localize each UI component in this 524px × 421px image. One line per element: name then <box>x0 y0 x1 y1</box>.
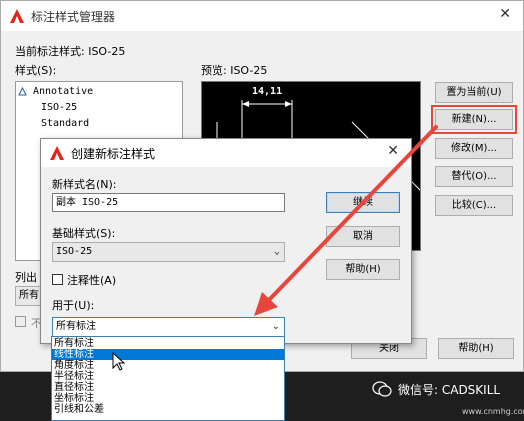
wechat-icon <box>372 381 392 397</box>
dialog-title-bar: 创建新标注样式 ✕ <box>41 139 411 167</box>
use-for-dropdown-list[interactable]: 所有标注 线性标注 角度标注 半径标注 直径标注 坐标标注 引线和公差 <box>51 336 285 421</box>
current-style-label: 当前标注样式: ISO-25 <box>15 45 126 58</box>
new-name-label: 新样式名(N): <box>52 178 117 191</box>
mouse-cursor-icon <box>112 351 126 372</box>
chevron-down-icon: ⌄ <box>273 246 280 257</box>
close-icon[interactable]: ✕ <box>499 6 511 22</box>
window-title: 标注样式管理器 <box>31 10 116 24</box>
dropdown-item[interactable]: 直径标注 <box>52 382 284 393</box>
watermark-url: www.cnmhg.com <box>462 407 524 416</box>
preview-label: 预览: ISO-25 <box>201 64 268 77</box>
autocad-logo-icon <box>9 8 25 24</box>
cancel-button[interactable]: 取消 <box>326 226 400 247</box>
base-style-label: 基础样式(S): <box>52 227 116 240</box>
override-button[interactable]: 替代(O)... <box>435 166 513 187</box>
close-icon[interactable]: ✕ <box>387 143 399 159</box>
list-item[interactable]: Standard <box>41 118 89 129</box>
styles-label: 样式(S): <box>15 64 57 77</box>
watermark-text: 微信号: CADSKILL <box>398 383 501 397</box>
annotative-checkbox[interactable] <box>52 274 63 285</box>
use-for-select[interactable]: 所有标注 ⌄ <box>52 317 285 337</box>
set-current-button[interactable]: 置为当前(U) <box>435 82 513 103</box>
dialog-title: 创建新标注样式 <box>71 147 156 161</box>
base-style-select[interactable]: ISO-25 ⌄ <box>52 242 285 262</box>
dropdown-item[interactable]: 角度标注 <box>52 360 284 371</box>
chevron-down-icon: ⌄ <box>271 321 280 332</box>
create-new-dimension-style-dialog: 创建新标注样式 ✕ 新样式名(N): 副本 ISO-25 基础样式(S): IS… <box>40 138 412 344</box>
dropdown-item-selected[interactable]: 线性标注 <box>52 349 284 360</box>
show-checkbox[interactable] <box>15 316 26 327</box>
title-bar: 标注样式管理器 ✕ <box>1 1 523 31</box>
new-style-name-input[interactable]: 副本 ISO-25 <box>52 193 285 212</box>
continue-button[interactable]: 继续 <box>326 192 400 213</box>
dropdown-item[interactable]: 引线和公差 <box>52 404 284 415</box>
dropdown-item[interactable]: 半径标注 <box>52 371 284 382</box>
autocad-logo-icon <box>49 145 65 161</box>
help-button[interactable]: 帮助(H) <box>438 338 514 359</box>
list-item[interactable]: ISO-25 <box>41 102 77 113</box>
modify-button[interactable]: 修改(M)... <box>435 138 513 159</box>
dropdown-item[interactable]: 坐标标注 <box>52 393 284 404</box>
use-for-label: 用于(U): <box>52 299 95 312</box>
compare-button[interactable]: 比较(C)... <box>435 195 513 216</box>
list-label: 列出 <box>15 271 37 284</box>
annotative-label: 注释性(A) <box>67 274 117 287</box>
list-item[interactable]: Annotative <box>18 86 93 97</box>
help-button[interactable]: 帮助(H) <box>326 259 400 280</box>
annotative-icon <box>18 87 27 96</box>
new-button-highlight-box <box>431 105 517 134</box>
watermark: 微信号: CADSKILL www.cnmhg.com <box>364 373 524 421</box>
preview-dimension-text: 14,11 <box>252 86 283 97</box>
dropdown-item[interactable]: 所有标注 <box>52 338 284 349</box>
